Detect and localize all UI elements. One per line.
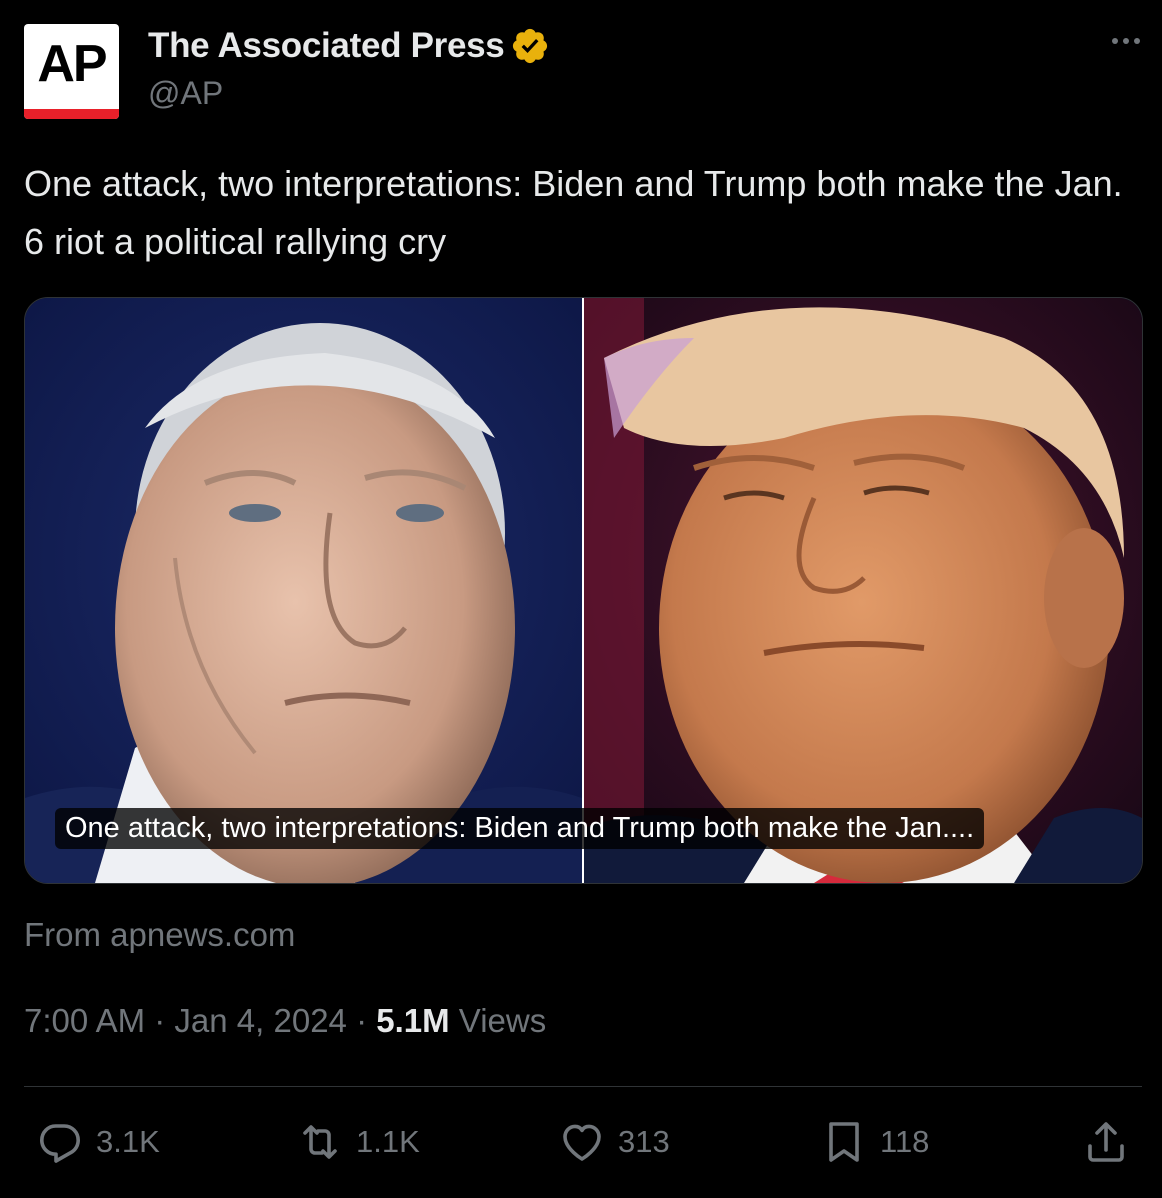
card-caption: One attack, two interpretations: Biden a…	[55, 808, 985, 849]
tweet-date[interactable]: Jan 4, 2024	[174, 1002, 346, 1039]
trump-photo	[584, 298, 1142, 883]
link-card[interactable]: One attack, two interpretations: Biden a…	[24, 297, 1143, 884]
ap-logo: AP	[37, 35, 107, 93]
account-name-row: The Associated Press	[148, 26, 550, 66]
avatar[interactable]: AP	[24, 24, 119, 119]
source-link[interactable]: From apnews.com	[24, 916, 295, 954]
bookmark-button[interactable]: 118	[820, 1118, 929, 1166]
share-button[interactable]	[1082, 1118, 1130, 1166]
divider	[24, 1086, 1142, 1087]
like-button[interactable]: 313	[558, 1118, 670, 1166]
account-handle[interactable]: @AP	[148, 75, 223, 112]
more-options-icon[interactable]	[1112, 38, 1140, 44]
verified-badge-icon	[513, 28, 548, 64]
repost-icon	[303, 1125, 337, 1159]
reply-button[interactable]: 3.1K	[36, 1118, 160, 1166]
repost-count: 1.1K	[356, 1124, 420, 1159]
reply-icon	[40, 1124, 80, 1163]
like-count: 313	[618, 1124, 670, 1159]
reply-count: 3.1K	[96, 1124, 160, 1159]
views-label: Views	[458, 1002, 547, 1039]
heart-icon	[563, 1124, 601, 1161]
share-icon	[1088, 1122, 1124, 1162]
bookmark-icon	[829, 1122, 859, 1162]
biden-photo	[25, 298, 582, 883]
repost-button[interactable]: 1.1K	[296, 1118, 420, 1166]
meta-separator: ·	[154, 1002, 166, 1039]
tweet-meta: 7:00 AM · Jan 4, 2024 · 5.1M Views	[24, 1002, 546, 1040]
meta-separator: ·	[356, 1002, 368, 1039]
views-count: 5.1M	[376, 1002, 450, 1039]
ap-logo-bar	[24, 109, 119, 119]
action-bar: 3.1K 1.1K 313 118	[0, 1118, 1162, 1174]
bookmark-count: 118	[880, 1124, 930, 1159]
tweet-time[interactable]: 7:00 AM	[24, 1002, 145, 1039]
display-name[interactable]: The Associated Press	[148, 26, 505, 66]
tweet-text: One attack, two interpretations: Biden a…	[24, 163, 1123, 262]
